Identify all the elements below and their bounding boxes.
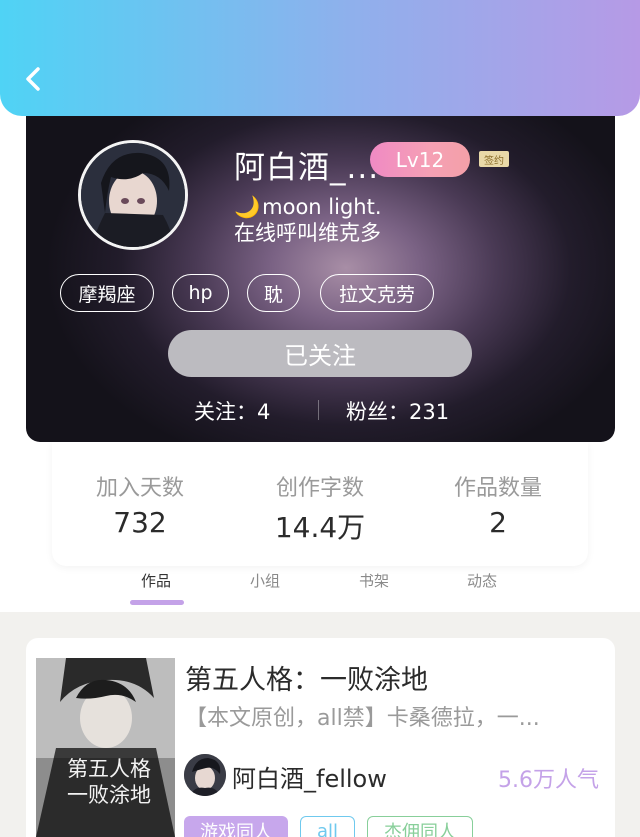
bio-line-2: 在线呼叫维克多 [234,221,381,245]
signed-badge: 签约 [479,151,509,167]
username: 阿白酒_... [234,150,380,186]
bio-line-1: moon light. [262,195,382,219]
active-tab-indicator [130,600,184,605]
author-avatar-image [184,754,226,796]
work-tag-pairing[interactable]: 杰佣同人 [367,816,474,837]
profile-card: 阿白酒_... Lv12 签约 🌙moon light. 在线呼叫维克多 摩羯座… [26,98,615,442]
tag-dan[interactable]: 耽 [247,274,300,312]
follow-button[interactable]: 已关注 [168,330,472,377]
tab-groups[interactable]: 小组 [235,570,295,591]
work-cover[interactable]: 第五人格 一败涂地 [36,658,175,837]
back-button[interactable] [18,62,48,96]
work-description: 【本文原创，all禁】卡桑德拉，一... [185,706,540,731]
tab-bar: 作品 小组 书架 动态 [0,566,640,612]
tag-ravenclaw[interactable]: 拉文克劳 [320,274,434,312]
stats-panel: 加入天数 732 创作字数 14.4万 作品数量 2 [52,442,588,566]
work-title[interactable]: 第五人格：一败涂地 [185,658,428,697]
cover-title: 第五人格 一败涂地 [67,757,151,807]
stat-words: 创作字数 14.4万 [230,470,410,546]
bio: 🌙moon light. 在线呼叫维克多 [234,194,382,246]
follow-counts: 关注：4 粉丝：231 [26,390,615,430]
stat-value: 2 [489,506,507,539]
stat-label: 作品数量 [453,476,542,501]
tab-works[interactable]: 作品 [126,570,186,591]
fans-count[interactable]: 粉丝：231 [346,396,449,426]
chevron-left-icon [26,67,40,91]
author-avatar[interactable] [184,754,226,796]
stat-value: 14.4万 [274,511,366,544]
level-badge: Lv12 [370,142,470,177]
stat-value: 732 [113,506,167,539]
following-count[interactable]: 关注：4 [194,396,270,426]
stat-label: 加入天数 [95,476,184,501]
tag-capricorn[interactable]: 摩羯座 [60,274,154,312]
author-name[interactable]: 阿白酒_fellow [232,759,387,794]
stat-days: 加入天数 732 [50,470,230,539]
popularity-count: 5.6万人气 [498,768,599,793]
work-tags: 游戏同人 all 杰佣同人 [184,816,474,837]
work-tag-all[interactable]: all [300,816,356,837]
cover-image [36,658,175,837]
profile-tags: 摩羯座 hp 耽 拉文克劳 [60,274,434,312]
tab-bookshelf[interactable]: 书架 [344,570,404,591]
stat-label: 创作字数 [275,476,364,501]
avatar[interactable] [78,140,188,250]
work-card[interactable]: 第五人格 一败涂地 第五人格：一败涂地 【本文原创，all禁】卡桑德拉，一...… [26,638,615,837]
tag-hp[interactable]: hp [172,274,229,312]
tab-activity[interactable]: 动态 [452,570,512,591]
counts-divider [318,400,319,420]
work-tag-game[interactable]: 游戏同人 [184,816,288,837]
header-bar [0,0,640,116]
avatar-image [81,143,185,247]
stat-works: 作品数量 2 [408,470,588,539]
moon-icon: 🌙 [234,195,261,219]
